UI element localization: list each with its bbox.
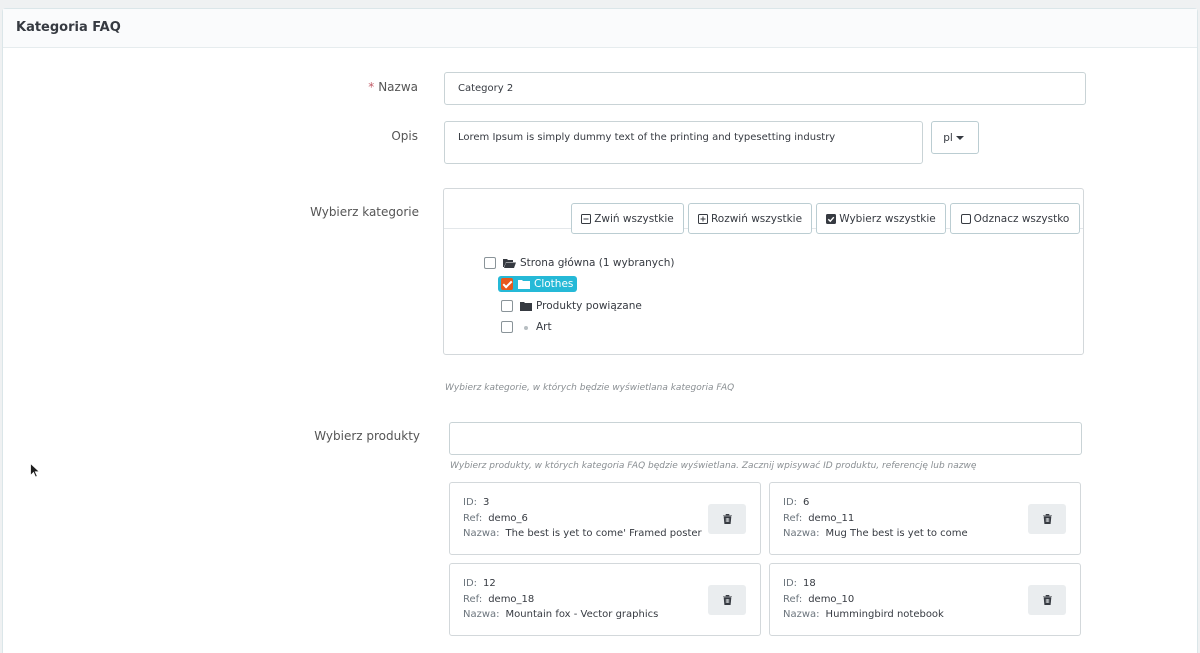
product-card: ID: 3 Ref: demo_6 Nazwa: The best is yet to… bbox=[449, 482, 761, 555]
products-help-text: Wybierz produkty, w których kategoria FA… bbox=[450, 461, 977, 471]
product-name-line: Nazwa: Hummingbird notebook bbox=[783, 609, 944, 620]
product-ref-line: Ref: demo_6 bbox=[463, 513, 528, 524]
product-name: Hummingbird notebook bbox=[825, 609, 944, 620]
unselect-all-button[interactable]: Odznacz wszystko bbox=[950, 203, 1080, 234]
product-name: The best is yet to come' Framed poster bbox=[505, 528, 702, 539]
bullet-icon bbox=[524, 326, 528, 330]
product-ref: demo_11 bbox=[808, 513, 855, 524]
product-ref: demo_18 bbox=[488, 594, 535, 605]
ref-label: Ref: bbox=[783, 513, 803, 524]
name-input[interactable]: Category 2 bbox=[444, 72, 1086, 105]
product-ref-line: Ref: demo_11 bbox=[783, 513, 854, 524]
description-label: Opis bbox=[391, 129, 418, 143]
id-label: ID: bbox=[783, 497, 798, 508]
id-label: ID: bbox=[463, 578, 478, 589]
product-id-line: ID: 3 bbox=[463, 497, 489, 508]
trash-icon bbox=[1042, 514, 1052, 524]
tree-item-label: Strona główna (1 wybranych) bbox=[520, 257, 675, 269]
minus-square-icon bbox=[581, 213, 592, 224]
caret-down-icon bbox=[955, 135, 964, 140]
ref-label: Ref: bbox=[463, 513, 483, 524]
tree-item-related-products[interactable]: Produkty powiązane bbox=[501, 300, 642, 312]
trash-icon bbox=[722, 595, 732, 605]
product-name: Mug The best is yet to come bbox=[825, 528, 968, 539]
product-id: 18 bbox=[803, 578, 816, 589]
product-card: ID: 6 Ref: demo_11 Nazwa: Mug The best is y… bbox=[769, 482, 1081, 555]
language-dropdown-button[interactable]: pl bbox=[931, 121, 979, 154]
product-ref: demo_6 bbox=[488, 513, 528, 524]
product-id-line: ID: 12 bbox=[463, 578, 496, 589]
folder-open-icon bbox=[503, 259, 516, 268]
remove-product-button[interactable] bbox=[708, 585, 746, 615]
product-id-line: ID: 18 bbox=[783, 578, 816, 589]
name-label-text: Nazwa bbox=[378, 80, 418, 94]
name-label: Nazwa: bbox=[783, 609, 820, 620]
tree-item-art[interactable]: Art bbox=[501, 321, 552, 333]
product-ref-line: Ref: demo_18 bbox=[463, 594, 534, 605]
trash-icon bbox=[1042, 595, 1052, 605]
remove-product-button[interactable] bbox=[1028, 504, 1066, 534]
remove-product-button[interactable] bbox=[708, 504, 746, 534]
product-name-line: Nazwa: Mug The best is yet to come bbox=[783, 528, 968, 539]
tree-item-label: Produkty powiązane bbox=[536, 300, 642, 312]
folder-icon bbox=[518, 280, 530, 289]
tree-item-label: Art bbox=[536, 321, 552, 333]
id-label: ID: bbox=[783, 578, 798, 589]
product-search-input[interactable] bbox=[449, 422, 1082, 455]
description-textarea[interactable]: Lorem Ipsum is simply dummy text of the … bbox=[444, 121, 923, 164]
ref-label: Ref: bbox=[463, 594, 483, 605]
tree-checkbox-clothes[interactable] bbox=[501, 278, 513, 290]
id-label: ID: bbox=[463, 497, 478, 508]
tree-item-selected[interactable]: Clothes bbox=[498, 276, 578, 292]
tree-item-clothes[interactable]: Clothes bbox=[498, 276, 578, 292]
name-label: Nazwa: bbox=[463, 528, 500, 539]
select-all-label: Wybierz wszystkie bbox=[839, 212, 936, 225]
panel-title: Kategoria FAQ bbox=[3, 9, 1197, 48]
name-label: Nazwa: bbox=[463, 609, 500, 620]
categories-label: Wybierz kategorie bbox=[310, 205, 419, 219]
name-label: Nazwa: bbox=[783, 528, 820, 539]
tree-checkbox-art[interactable] bbox=[501, 321, 513, 333]
categories-help-text: Wybierz kategorie, w których będzie wyśw… bbox=[445, 383, 735, 393]
product-ref: demo_10 bbox=[808, 594, 855, 605]
remove-product-button[interactable] bbox=[1028, 585, 1066, 615]
unselect-all-label: Odznacz wszystko bbox=[973, 212, 1070, 225]
name-label: * Nazwa bbox=[118, 80, 418, 94]
folder-icon bbox=[520, 302, 532, 311]
product-id: 3 bbox=[483, 497, 490, 508]
product-id-line: ID: 6 bbox=[783, 497, 809, 508]
products-label: Wybierz produkty bbox=[314, 429, 420, 443]
product-name: Mountain fox - Vector graphics bbox=[505, 609, 659, 620]
collapse-all-label: Zwiń wszystkie bbox=[594, 212, 674, 225]
tree-checkbox-root[interactable] bbox=[484, 257, 496, 269]
language-code: pl bbox=[943, 131, 953, 144]
expand-all-button[interactable]: Rozwiń wszystkie bbox=[688, 203, 812, 234]
product-id: 6 bbox=[803, 497, 810, 508]
trash-icon bbox=[722, 514, 732, 524]
ref-label: Ref: bbox=[783, 594, 803, 605]
collapse-all-button[interactable]: Zwiń wszystkie bbox=[571, 203, 684, 234]
tree-checkbox-related-products[interactable] bbox=[501, 300, 513, 312]
plus-square-icon bbox=[697, 213, 708, 224]
product-ref-line: Ref: demo_10 bbox=[783, 594, 854, 605]
check-square-icon bbox=[826, 213, 837, 224]
product-name-line: Nazwa: Mountain fox - Vector graphics bbox=[463, 609, 658, 620]
square-icon bbox=[960, 213, 971, 224]
product-id: 12 bbox=[483, 578, 496, 589]
mouse-cursor-icon bbox=[30, 463, 40, 478]
product-card: ID: 18 Ref: demo_10 Nazwa: Hummingbird note… bbox=[769, 563, 1081, 636]
product-card: ID: 12 Ref: demo_18 Nazwa: Mountain fox - V… bbox=[449, 563, 761, 636]
product-name-line: Nazwa: The best is yet to come' Framed po… bbox=[463, 528, 702, 539]
required-mark: * bbox=[368, 80, 375, 94]
tree-item-label: Clothes bbox=[534, 278, 574, 290]
select-all-button[interactable]: Wybierz wszystkie bbox=[816, 203, 946, 234]
tree-item-root[interactable]: Strona główna (1 wybranych) bbox=[484, 257, 675, 269]
expand-all-label: Rozwiń wszystkie bbox=[710, 212, 803, 225]
